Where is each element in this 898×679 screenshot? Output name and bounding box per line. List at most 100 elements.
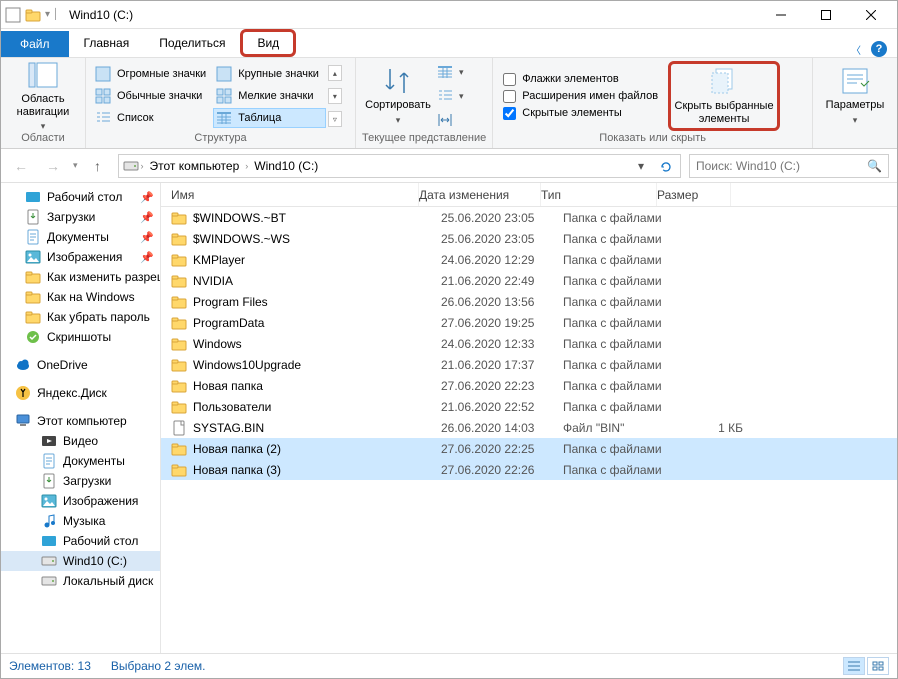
folder-icon xyxy=(171,399,187,415)
window-title: Wind10 (C:) xyxy=(69,8,133,22)
table-row[interactable]: Новая папка (2)27.06.2020 22:25Папка с ф… xyxy=(161,438,897,459)
layout-list[interactable]: Список xyxy=(92,108,213,128)
cell-name: KMPlayer xyxy=(193,253,441,267)
pc-icon xyxy=(15,413,31,429)
download-icon xyxy=(25,209,41,225)
tree-desktop[interactable]: Рабочий стол xyxy=(1,531,160,551)
tree-onedrive[interactable]: OneDrive xyxy=(1,355,160,375)
table-row[interactable]: Новая папка27.06.2020 22:23Папка с файла… xyxy=(161,375,897,396)
minimize-button[interactable] xyxy=(758,1,803,29)
checkbox-input[interactable] xyxy=(503,73,516,86)
tab-file[interactable]: Файл xyxy=(1,31,69,57)
tree-documents[interactable]: Документы xyxy=(1,451,160,471)
table-row[interactable]: KMPlayer24.06.2020 12:29Папка с файлами xyxy=(161,249,897,270)
tree-desktop-quick[interactable]: Рабочий стол📌 xyxy=(1,187,160,207)
fit-columns-button[interactable] xyxy=(434,110,471,130)
layout-more[interactable]: ▿ xyxy=(328,111,342,127)
table-row[interactable]: ProgramData27.06.2020 19:25Папка с файла… xyxy=(161,312,897,333)
back-button[interactable]: ← xyxy=(9,154,33,178)
tab-home[interactable]: Главная xyxy=(69,29,145,57)
column-date[interactable]: Дата изменения xyxy=(419,183,541,206)
breadcrumb-this-pc[interactable]: Этот компьютер xyxy=(146,159,244,173)
column-type[interactable]: Тип xyxy=(541,183,657,206)
cell-name: SYSTAG.BIN xyxy=(193,421,441,435)
tree-pictures[interactable]: Изображения xyxy=(1,491,160,511)
cell-date: 25.06.2020 23:05 xyxy=(441,232,563,246)
cell-name: Новая папка (2) xyxy=(193,442,441,456)
view-details-toggle[interactable] xyxy=(843,657,865,675)
breadcrumb[interactable]: › Этот компьютер › Wind10 (C:) ▾ xyxy=(118,154,681,178)
layout-huge-icons[interactable]: Огромные значки xyxy=(92,64,213,84)
yadisk-icon xyxy=(15,385,31,401)
tab-view[interactable]: Вид xyxy=(240,29,296,57)
layout-medium-icons[interactable]: Обычные значки xyxy=(92,86,213,106)
sort-button[interactable]: Сортировать xyxy=(362,61,434,131)
tree-pictures-quick[interactable]: Изображения📌 xyxy=(1,247,160,267)
layout-icon xyxy=(216,110,232,126)
tree-videos[interactable]: Видео xyxy=(1,431,160,451)
tree-downloads[interactable]: Загрузки xyxy=(1,471,160,491)
tree-drive-c[interactable]: Wind10 (C:) xyxy=(1,551,160,571)
up-button[interactable]: ↑ xyxy=(86,154,110,178)
ribbon-group-current-view: Сортировать Текущее представление xyxy=(356,58,493,148)
cell-name: Новая папка (3) xyxy=(193,463,441,477)
table-row[interactable]: Program Files26.06.2020 13:56Папка с фай… xyxy=(161,291,897,312)
tree-folder-howchg[interactable]: Как изменить разрешение xyxy=(1,267,160,287)
table-row[interactable]: Windows10Upgrade21.06.2020 17:37Папка с … xyxy=(161,354,897,375)
collapse-ribbon-icon[interactable]: 〈 xyxy=(851,42,861,57)
address-dropdown[interactable]: ▾ xyxy=(630,155,652,177)
table-row[interactable]: $WINDOWS.~BT25.06.2020 23:05Папка с файл… xyxy=(161,207,897,228)
add-columns-button[interactable] xyxy=(434,86,471,106)
table-row[interactable]: NVIDIA21.06.2020 22:49Папка с файлами xyxy=(161,270,897,291)
tree-localdisk[interactable]: Локальный диск xyxy=(1,571,160,591)
table-row[interactable]: Windows24.06.2020 12:33Папка с файлами xyxy=(161,333,897,354)
tree-documents-quick[interactable]: Документы📌 xyxy=(1,227,160,247)
group-by-button[interactable] xyxy=(434,62,471,82)
table-row[interactable]: SYSTAG.BIN26.06.2020 14:03Файл "BIN"1 КБ xyxy=(161,417,897,438)
checkbox-item-checkboxes[interactable]: Флажки элементов xyxy=(503,73,658,86)
cell-type: Папка с файлами xyxy=(563,379,679,393)
tree-yandex-disk[interactable]: Яндекс.Диск xyxy=(1,383,160,403)
maximize-button[interactable] xyxy=(803,1,848,29)
tree-folder-screens[interactable]: Скриншоты xyxy=(1,327,160,347)
layout-small-icons[interactable]: Мелкие значки xyxy=(213,86,326,106)
cell-type: Папка с файлами xyxy=(563,232,679,246)
view-icons-toggle[interactable] xyxy=(867,657,889,675)
column-name[interactable]: Имя xyxy=(161,183,419,206)
tab-share[interactable]: Поделиться xyxy=(144,29,240,57)
list-header: Имя Дата изменения Тип Размер xyxy=(161,183,897,207)
layout-details[interactable]: Таблица xyxy=(213,108,326,128)
tree-folder-howclr[interactable]: Как убрать пароль xyxy=(1,307,160,327)
tree-folder-howwin[interactable]: Как на Windows xyxy=(1,287,160,307)
layout-scroll-down[interactable]: ▾ xyxy=(328,88,342,104)
history-dropdown[interactable]: ▾ xyxy=(73,160,78,171)
ribbon-tabs: Файл Главная Поделиться Вид 〈 ? xyxy=(1,29,897,57)
breadcrumb-drive[interactable]: Wind10 (C:) xyxy=(250,159,322,173)
tree-music[interactable]: Музыка xyxy=(1,511,160,531)
checkbox-file-extensions[interactable]: Расширения имен файлов xyxy=(503,90,658,103)
layout-icon xyxy=(95,110,111,126)
hide-selected-button[interactable]: Скрыть выбранные элементы xyxy=(668,61,780,131)
table-row[interactable]: Пользователи21.06.2020 22:52Папка с файл… xyxy=(161,396,897,417)
table-row[interactable]: $WINDOWS.~WS25.06.2020 23:05Папка с файл… xyxy=(161,228,897,249)
refresh-button[interactable] xyxy=(654,155,676,177)
table-row[interactable]: Новая папка (3)27.06.2020 22:26Папка с ф… xyxy=(161,459,897,480)
folder-icon xyxy=(171,252,187,268)
ribbon-group-panes-label: Области xyxy=(7,132,79,146)
search-input[interactable] xyxy=(696,159,861,173)
column-size[interactable]: Размер xyxy=(657,183,731,206)
layout-scroll-up[interactable]: ▴ xyxy=(328,65,342,81)
layout-large-icons[interactable]: Крупные значки xyxy=(213,64,326,84)
checkbox-hidden-items[interactable]: Скрытые элементы xyxy=(503,107,658,120)
options-button[interactable]: Параметры xyxy=(819,61,891,131)
tree-downloads-quick[interactable]: Загрузки📌 xyxy=(1,207,160,227)
navigation-pane-button[interactable]: Область навигации xyxy=(7,61,79,131)
forward-button[interactable]: → xyxy=(41,154,65,178)
checkbox-input[interactable] xyxy=(503,107,516,120)
help-icon[interactable]: ? xyxy=(871,41,887,57)
checkbox-input[interactable] xyxy=(503,90,516,103)
tree-this-pc[interactable]: Этот компьютер xyxy=(1,411,160,431)
search-icon[interactable]: 🔍 xyxy=(867,159,882,173)
search-box[interactable]: 🔍 xyxy=(689,154,889,178)
close-button[interactable] xyxy=(848,1,893,29)
